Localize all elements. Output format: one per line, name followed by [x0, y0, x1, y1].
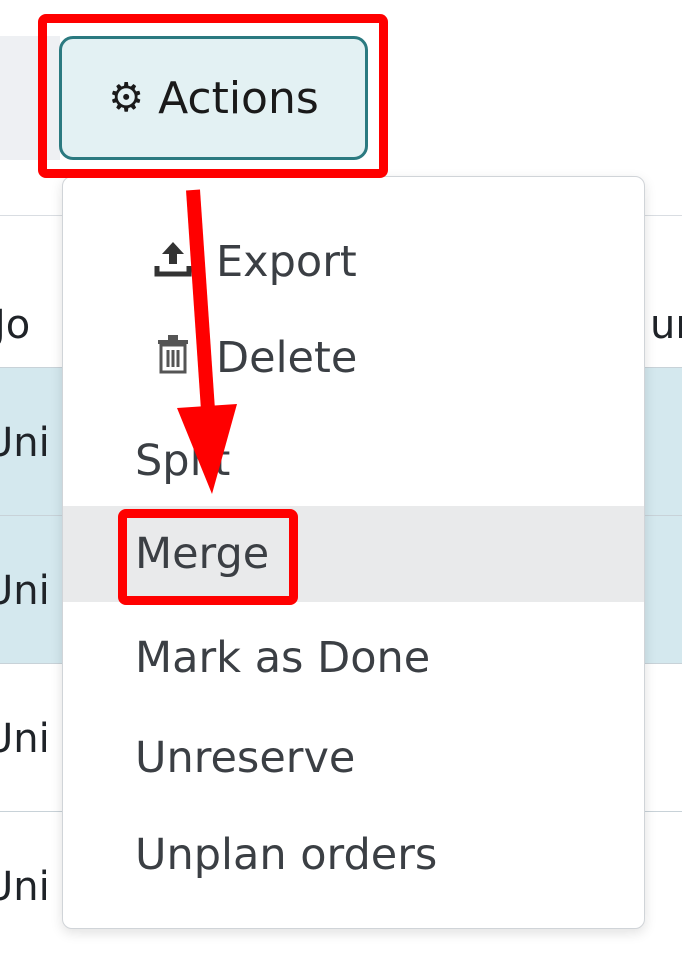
menu-item-label: Delete	[216, 333, 358, 383]
upload-icon	[138, 238, 208, 287]
menu-item-split[interactable]: Split	[63, 413, 644, 509]
trash-icon	[138, 334, 208, 383]
menu-item-delete[interactable]: Delete	[63, 310, 644, 406]
menu-item-label: Unplan orders	[135, 830, 438, 880]
menu-item-unplan-orders[interactable]: Unplan orders	[63, 807, 644, 903]
row-cell: Uni	[0, 864, 50, 910]
menu-item-label: Split	[135, 436, 231, 486]
menu-item-label: Unreserve	[135, 733, 356, 783]
menu-item-unreserve[interactable]: Unreserve	[63, 710, 644, 806]
column-header-right[interactable]: ur	[650, 302, 682, 348]
menu-item-export[interactable]: Export	[63, 214, 644, 310]
row-cell: Uni	[0, 568, 50, 614]
actions-highlight-box	[38, 14, 388, 178]
merge-highlight-box	[118, 509, 298, 605]
menu-item-mark-as-done[interactable]: Mark as Done	[63, 610, 644, 706]
row-cell: Uni	[0, 716, 50, 762]
menu-item-label: Export	[216, 237, 357, 287]
menu-item-label: Mark as Done	[135, 633, 431, 683]
row-cell: Uni	[0, 420, 50, 466]
column-header-left[interactable]: Jo	[0, 302, 30, 348]
